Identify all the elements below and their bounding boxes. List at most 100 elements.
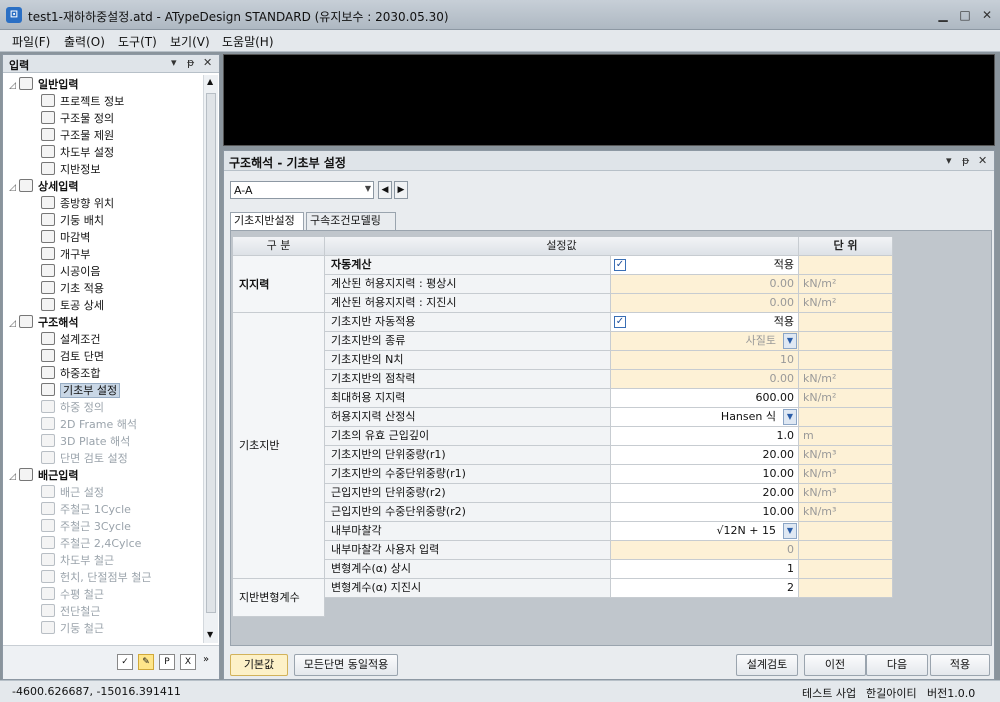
- scroll-thumb[interactable]: [206, 93, 216, 613]
- menu-help[interactable]: 도움말(H): [222, 33, 274, 50]
- tree-item[interactable]: 3D Plate 해석: [41, 433, 130, 450]
- scroll-down-icon[interactable]: ▼: [207, 630, 213, 639]
- maximize-icon[interactable]: □: [956, 6, 974, 24]
- tree-item[interactable]: 주철근 1Cycle: [41, 501, 131, 518]
- panel-close-icon[interactable]: ✕: [978, 154, 987, 167]
- panel-menu-icon[interactable]: ▾: [946, 154, 952, 167]
- row-value[interactable]: 적용 ✓: [611, 256, 799, 275]
- tree-item[interactable]: 헌치, 단절점부 철근: [41, 569, 151, 586]
- tree-group[interactable]: ◿ 상세입력: [9, 178, 78, 195]
- tree-item-label: 구조물 정의: [60, 112, 115, 125]
- tree-item[interactable]: 지반정보: [41, 161, 100, 178]
- dropdown-arrow-icon[interactable]: ▼: [783, 409, 797, 425]
- tree-item[interactable]: 차도부 철근: [41, 552, 114, 569]
- checkbox[interactable]: ✓: [614, 316, 626, 328]
- check-icon[interactable]: ✓: [117, 654, 133, 670]
- row-value-text: 10: [780, 353, 794, 366]
- previous-button[interactable]: 이전: [804, 654, 866, 676]
- close-icon[interactable]: ✕: [978, 6, 996, 24]
- tree-group[interactable]: ◿ 구조해석: [9, 314, 78, 331]
- default-button[interactable]: 기본값: [230, 654, 288, 676]
- tree-item[interactable]: 차도부 설정: [41, 144, 114, 161]
- tree-item[interactable]: 하중 정의: [41, 399, 104, 416]
- tree-item[interactable]: 기초부 설정: [41, 382, 121, 399]
- pin-icon[interactable]: ᵽ: [187, 56, 194, 69]
- row-value[interactable]: 20.00: [611, 446, 799, 465]
- minimize-icon[interactable]: ▁: [934, 6, 952, 24]
- section-select[interactable]: A-A ▼: [230, 181, 374, 199]
- tree-item[interactable]: 기둥 배치: [41, 212, 104, 229]
- menu-output[interactable]: 출력(O): [64, 33, 105, 50]
- design-condition-icon: [41, 332, 55, 345]
- scroll-up-icon[interactable]: ▲: [207, 77, 213, 86]
- tree-item[interactable]: 시공이음: [41, 263, 100, 280]
- row-value[interactable]: Hansen 식 ▼: [611, 408, 799, 427]
- tree-item[interactable]: 구조물 제원: [41, 127, 114, 144]
- tree-item[interactable]: 기초 적용: [41, 280, 104, 297]
- tree-group[interactable]: ◿ 배근입력: [9, 467, 78, 484]
- structure-spec-icon: [41, 128, 55, 141]
- row-value[interactable]: 1: [611, 560, 799, 579]
- tree-group[interactable]: ◿ 일반입력: [9, 76, 78, 93]
- row-label: 기초의 유효 근입깊이: [325, 427, 611, 446]
- tree-item[interactable]: 구조물 정의: [41, 110, 114, 127]
- tree-item[interactable]: 배근 설정: [41, 484, 104, 501]
- panel-close-icon[interactable]: ✕: [203, 56, 212, 69]
- pdf-export-icon[interactable]: P: [159, 654, 175, 670]
- row-value[interactable]: 적용 ✓: [611, 313, 799, 332]
- row-label: 기초지반의 N치: [325, 351, 611, 370]
- apply-button[interactable]: 적용: [930, 654, 990, 676]
- tree-item-label: 기초부 설정: [60, 383, 121, 398]
- tree-item[interactable]: 주철근 3Cycle: [41, 518, 131, 535]
- row-value[interactable]: 20.00: [611, 484, 799, 503]
- tree-item[interactable]: 하중조합: [41, 365, 100, 382]
- excel-export-icon[interactable]: X: [180, 654, 196, 670]
- dropdown-arrow-icon[interactable]: ▼: [783, 523, 797, 539]
- next-button[interactable]: 다음: [866, 654, 928, 676]
- row-value[interactable]: 1.0: [611, 427, 799, 446]
- checkbox[interactable]: ✓: [614, 259, 626, 271]
- row-value[interactable]: 10.00: [611, 465, 799, 484]
- tree-item[interactable]: 주철근 2,4Cylce: [41, 535, 141, 552]
- tree-scrollbar[interactable]: ▲ ▼: [203, 75, 218, 643]
- more-icon[interactable]: »: [203, 654, 209, 665]
- tree-item[interactable]: 검토 단면: [41, 348, 104, 365]
- load-define-icon: [41, 400, 55, 413]
- panel-menu-icon[interactable]: ▾: [171, 56, 177, 69]
- design-review-button[interactable]: 설계검토: [736, 654, 798, 676]
- menu-tools[interactable]: 도구(T): [118, 33, 157, 50]
- menu-file[interactable]: 파일(F): [12, 33, 50, 50]
- tab-constraint-modeling[interactable]: 구속조건모델링: [306, 212, 396, 230]
- tree-item[interactable]: 프로젝트 정보: [41, 93, 124, 110]
- row-value[interactable]: 600.00: [611, 389, 799, 408]
- row-label: 내부마찰각: [325, 522, 611, 541]
- tree-item[interactable]: 기둥 철근: [41, 620, 104, 637]
- next-section-button[interactable]: ▶: [394, 181, 408, 199]
- row-value[interactable]: 10.00: [611, 503, 799, 522]
- prev-section-button[interactable]: ◀: [378, 181, 392, 199]
- tree-item[interactable]: 개구부: [41, 246, 90, 263]
- menu-view[interactable]: 보기(V): [170, 33, 210, 50]
- tree-item[interactable]: 설계조건: [41, 331, 100, 348]
- tree-item[interactable]: 2D Frame 해석: [41, 416, 137, 433]
- collapse-icon[interactable]: ◿: [9, 78, 19, 95]
- row-value[interactable]: 2: [611, 579, 799, 598]
- row-value[interactable]: √12N + 15 ▼: [611, 522, 799, 541]
- tree-item-label: 배근입력: [38, 469, 79, 482]
- apply-all-sections-button[interactable]: 모든단면 동일적용: [294, 654, 398, 676]
- edit-pencil-icon[interactable]: ✎: [138, 654, 154, 670]
- tree-item[interactable]: 수평 철근: [41, 586, 104, 603]
- tree-item[interactable]: 토공 상세: [41, 297, 104, 314]
- panel-header: 구조해석 - 기초부 설정 ▾ ᵽ ✕: [224, 151, 994, 171]
- tree-item[interactable]: 전단철근: [41, 603, 100, 620]
- dropdown-arrow-icon[interactable]: ▼: [783, 333, 797, 349]
- collapse-icon[interactable]: ◿: [9, 316, 19, 333]
- tree-item[interactable]: 단면 검토 설정: [41, 450, 128, 467]
- tab-foundation-ground[interactable]: 기초지반설정: [230, 212, 304, 230]
- collapse-icon[interactable]: ◿: [9, 180, 19, 197]
- graphics-viewport[interactable]: [223, 54, 995, 146]
- pin-icon[interactable]: ᵽ: [962, 154, 969, 167]
- tree-item[interactable]: 종방향 위치: [41, 195, 114, 212]
- tree-item[interactable]: 마감벽: [41, 229, 90, 246]
- collapse-icon[interactable]: ◿: [9, 469, 19, 486]
